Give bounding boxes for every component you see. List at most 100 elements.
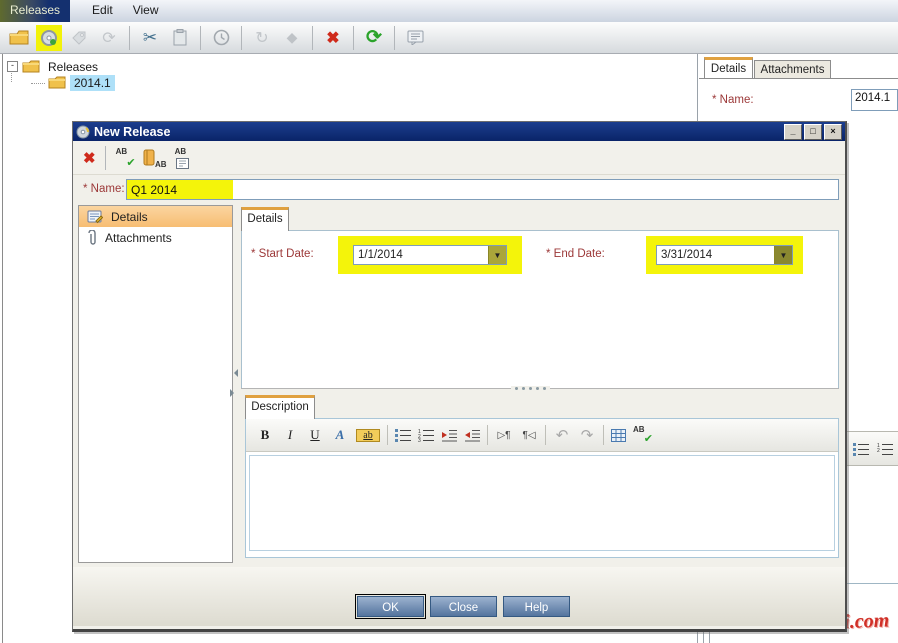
bullet-list-button[interactable] xyxy=(395,428,411,442)
new-release-button[interactable] xyxy=(36,25,62,51)
toolbar-separator xyxy=(200,26,201,50)
favorites-button[interactable]: ◆ xyxy=(279,25,305,51)
splitter-grip[interactable] xyxy=(511,386,550,391)
toolbar-separator xyxy=(129,26,130,50)
folder-icon xyxy=(22,60,40,73)
sidebar-item-attachments[interactable]: Attachments xyxy=(79,227,232,248)
numbered-list-button[interactable]: 123 xyxy=(418,428,434,442)
bg-name-input[interactable]: 2014.1 xyxy=(851,89,898,111)
bg-divider xyxy=(846,583,898,584)
rtf-toolbar: B I U A ab 123 ▷¶ ¶◁ ↶ ↷ xyxy=(246,419,838,452)
spell-check-button[interactable]: AB ✔ xyxy=(633,425,653,445)
tree-label-releases[interactable]: Releases xyxy=(44,59,102,75)
paperclip-icon xyxy=(87,230,97,246)
sidebar-item-label: Details xyxy=(111,210,148,224)
bg-tab-details[interactable]: Details xyxy=(704,57,753,78)
release-cd-icon xyxy=(76,125,90,139)
italic-button[interactable]: I xyxy=(281,427,299,443)
svg-text:2: 2 xyxy=(877,448,880,454)
redo-button[interactable]: ↷ xyxy=(578,426,596,445)
toolbar-separator xyxy=(487,425,488,445)
new-release-dialog: New Release _ □ × ✖ AB ✔ AB AB * Name: Q… xyxy=(72,121,847,632)
refresh-button[interactable]: ⟳ xyxy=(361,25,387,51)
toolbar-separator xyxy=(603,425,604,445)
chevron-down-icon: ▼ xyxy=(780,251,788,260)
menu-edit[interactable]: Edit xyxy=(82,0,123,22)
tree-row-releases[interactable]: - Releases xyxy=(7,58,102,75)
minimize-button[interactable]: _ xyxy=(784,124,802,140)
name-value-highlight: Q1 2014 xyxy=(127,180,233,199)
outdent-button[interactable] xyxy=(464,429,480,442)
tree-row-2014-1[interactable]: 2014.1 xyxy=(31,74,115,91)
convert-button[interactable]: ⟳ xyxy=(96,25,122,51)
close-dialog-button[interactable]: Close xyxy=(430,596,497,617)
cut-button[interactable]: ✂ xyxy=(137,25,163,51)
dialog-tab-description[interactable]: Description xyxy=(245,395,315,419)
toolbar-separator xyxy=(353,26,354,50)
dialog-title: New Release xyxy=(94,125,170,139)
tree-label-2014-1[interactable]: 2014.1 xyxy=(70,75,115,91)
spell-check-icon[interactable]: AB ✔ xyxy=(115,147,137,169)
send-comment-button[interactable] xyxy=(402,25,428,51)
new-release-icon xyxy=(40,29,58,47)
dialog-titlebar[interactable]: New Release _ □ × xyxy=(73,122,845,141)
font-color-button[interactable]: A xyxy=(331,427,349,443)
dialog-tab-details[interactable]: Details xyxy=(241,207,289,231)
delete-button[interactable]: ✖ xyxy=(320,25,346,51)
menu-bar: Releases Edit View xyxy=(0,0,898,23)
tab-label: Details xyxy=(711,63,746,75)
maximize-button[interactable]: □ xyxy=(804,124,822,140)
check-icon: ✔ xyxy=(644,432,653,445)
new-release-folder-button[interactable] xyxy=(6,25,32,51)
spelling-options-icon[interactable]: AB xyxy=(173,147,195,169)
sidebar-collapse-handle[interactable] xyxy=(230,369,239,397)
diamond-icon: ◆ xyxy=(287,29,298,46)
description-textarea[interactable] xyxy=(249,455,835,551)
bold-button[interactable]: B xyxy=(256,427,274,443)
dialog-toolbar: ✖ AB ✔ AB AB xyxy=(73,141,845,175)
clipboard-icon xyxy=(173,29,187,46)
new-folder-icon xyxy=(9,30,29,45)
dialog-name-input[interactable]: Q1 2014 xyxy=(126,179,839,200)
end-date-combo[interactable]: 3/31/2014 ▼ xyxy=(656,245,793,265)
underline-button[interactable]: U xyxy=(306,427,324,443)
thesaurus-icon[interactable]: AB xyxy=(143,147,167,169)
insert-table-button[interactable] xyxy=(611,429,626,442)
menu-view[interactable]: View xyxy=(123,0,169,22)
numbered-list-icon[interactable]: 12 xyxy=(877,442,893,456)
close-button[interactable]: × xyxy=(824,124,842,140)
indent-button[interactable] xyxy=(441,429,457,442)
tree-connector xyxy=(31,82,45,84)
history-button[interactable] xyxy=(208,25,234,51)
dropdown-button[interactable]: ▼ xyxy=(488,246,506,264)
menu-releases[interactable]: Releases xyxy=(0,0,70,22)
start-date-value: 1/1/2014 xyxy=(354,249,488,261)
dropdown-button[interactable]: ▼ xyxy=(774,246,792,264)
bg-tab-attachments[interactable]: Attachments xyxy=(754,60,831,78)
sidebar-item-details[interactable]: Details xyxy=(79,206,232,227)
chevron-down-icon: ▼ xyxy=(494,251,502,260)
refresh-icon: ⟳ xyxy=(366,26,382,49)
rtl-paragraph-button[interactable]: ¶◁ xyxy=(520,430,538,441)
replace-button[interactable]: ↻ xyxy=(249,25,275,51)
cut-icon: ✂ xyxy=(143,28,157,48)
folder-icon xyxy=(48,76,66,89)
details-icon xyxy=(87,210,103,224)
paste-button[interactable] xyxy=(167,25,193,51)
clear-icon[interactable]: ✖ xyxy=(83,149,96,167)
description-editor: B I U A ab 123 ▷¶ ¶◁ ↶ ↷ xyxy=(245,418,839,558)
bg-rtf-toolbar-fragment: 12 xyxy=(847,431,898,466)
bullet-list-icon[interactable] xyxy=(853,442,869,456)
new-tag-button[interactable] xyxy=(66,25,92,51)
memo-icon xyxy=(407,30,424,45)
undo-button[interactable]: ↶ xyxy=(553,426,571,445)
help-button[interactable]: Help xyxy=(503,596,570,617)
ok-button[interactable]: OK xyxy=(357,596,424,617)
tree-expander-icon[interactable]: - xyxy=(7,61,18,72)
toolbar-separator xyxy=(394,26,395,50)
ltr-paragraph-button[interactable]: ▷¶ xyxy=(495,430,513,441)
highlight-button[interactable]: ab xyxy=(356,429,380,442)
ab-text: AB xyxy=(116,147,128,156)
tag-icon xyxy=(71,30,87,46)
start-date-combo[interactable]: 1/1/2014 ▼ xyxy=(353,245,507,265)
